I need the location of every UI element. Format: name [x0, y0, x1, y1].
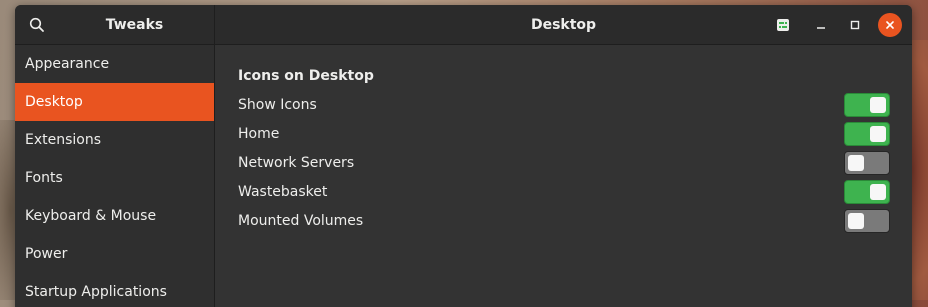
sidebar-item-desktop[interactable]: Desktop	[15, 83, 214, 121]
home-switch[interactable]	[844, 122, 890, 146]
page-title: Desktop	[530, 17, 597, 33]
setting-label: Home	[238, 126, 280, 142]
switch-knob	[848, 155, 864, 171]
tweaks-window: Tweaks Desktop Appearance Desktop Extens…	[15, 5, 912, 307]
setting-label: Show Icons	[238, 97, 317, 113]
setting-row: Network Servers	[238, 151, 890, 181]
show-icons-switch[interactable]	[844, 93, 890, 117]
sidebar-item-power[interactable]: Power	[15, 235, 214, 273]
setting-label: Mounted Volumes	[238, 213, 364, 229]
close-button[interactable]	[878, 13, 902, 37]
search-button[interactable]	[23, 11, 51, 39]
sidebar: Appearance Desktop Extensions Fonts Keyb…	[15, 45, 215, 307]
mounted-volumes-switch[interactable]	[844, 209, 890, 233]
switch-knob	[870, 126, 886, 142]
sidebar-item-keyboard-mouse[interactable]: Keyboard & Mouse	[15, 197, 214, 235]
app-menu-icon	[777, 19, 789, 31]
settings-panel: Icons on Desktop Show Icons Home Network…	[216, 45, 912, 307]
app-menu-button[interactable]	[771, 13, 795, 37]
setting-row: Wastebasket	[238, 180, 890, 210]
switch-knob	[848, 213, 864, 229]
switch-knob	[870, 184, 886, 200]
minimize-button[interactable]	[809, 13, 833, 37]
wastebasket-switch[interactable]	[844, 180, 890, 204]
sidebar-item-extensions[interactable]: Extensions	[15, 121, 214, 159]
close-icon	[886, 21, 894, 29]
section-title: Icons on Desktop	[238, 68, 374, 84]
sidebar-item-appearance[interactable]: Appearance	[15, 45, 214, 83]
sidebar-header: Tweaks	[15, 5, 215, 45]
sidebar-item-fonts[interactable]: Fonts	[15, 159, 214, 197]
search-icon	[29, 17, 44, 32]
maximize-button[interactable]	[843, 13, 867, 37]
maximize-icon	[850, 20, 860, 30]
setting-label: Network Servers	[238, 155, 355, 171]
sidebar-item-startup-applications[interactable]: Startup Applications	[15, 273, 214, 307]
setting-row: Show Icons	[238, 93, 890, 123]
header-bar: Tweaks Desktop	[15, 5, 912, 45]
setting-label: Wastebasket	[238, 184, 328, 200]
app-title: Tweaks	[105, 17, 164, 33]
setting-row: Mounted Volumes	[238, 209, 890, 239]
minimize-icon	[817, 27, 825, 29]
setting-row: Home	[238, 122, 890, 152]
network-servers-switch[interactable]	[844, 151, 890, 175]
switch-knob	[870, 97, 886, 113]
